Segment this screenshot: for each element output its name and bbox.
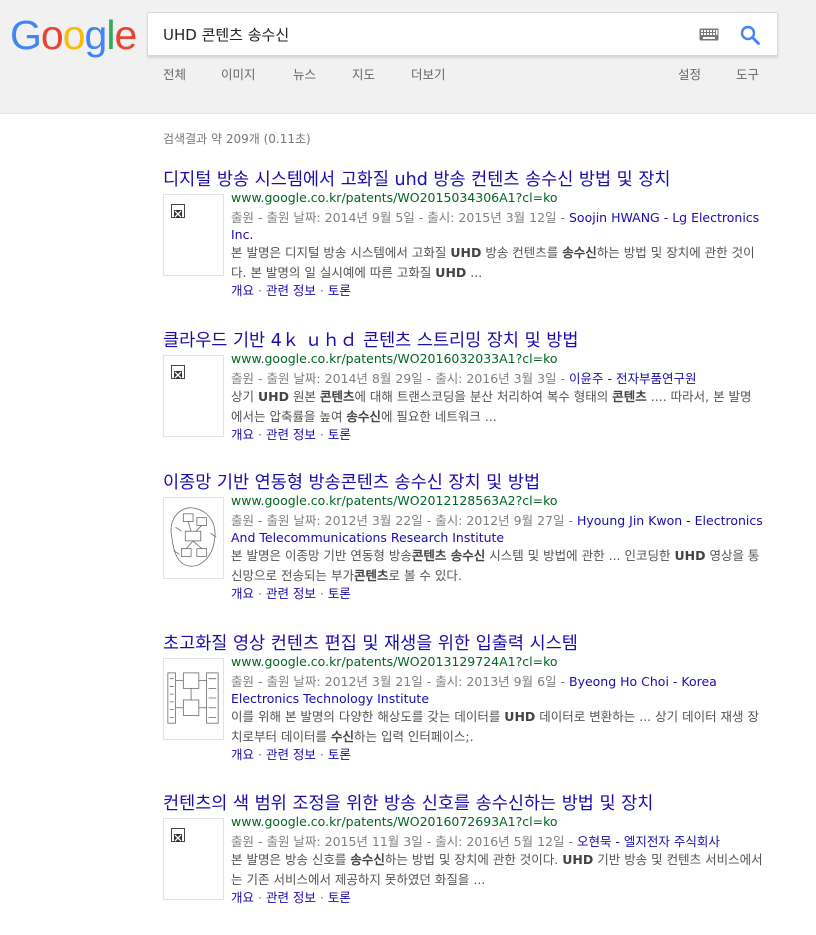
result-thumbnail[interactable] [163,818,224,900]
link-separator: · [254,747,266,762]
tab-more[interactable]: 더보기 [411,64,446,83]
result-thumbnail[interactable] [163,658,224,740]
result-meta: 출원 - 출원 날짜: 2015년 11월 3일 - 출시: 2016년 5월 … [231,833,763,850]
tab-news[interactable]: 뉴스 [293,64,316,83]
link-separator: · [254,283,266,298]
link-separator: · [315,586,328,601]
related-link[interactable]: 관련 정보 [266,747,316,762]
result-title[interactable]: 클라우드 기반 4ｋ ｕｈｄ 콘텐츠 스트리밍 장치 및 방법 [163,330,763,352]
logo-letter: o [40,12,64,58]
overview-link[interactable]: 개요 [231,586,254,601]
link-separator: · [254,890,266,905]
result-snippet: 본 발명은 이종망 기반 연동형 방송콘텐츠 송수신 시스템 및 방법에 관한 … [231,548,760,583]
result-dates: 출원 - 출원 날짜: 2012년 3월 21일 - 출시: 2013년 9월 … [231,674,569,689]
keyboard-icon[interactable] [699,28,719,41]
overview-link[interactable]: 개요 [231,283,254,298]
result-links: 개요 · 관련 정보 · 토론 [231,889,763,907]
result-author[interactable]: 이윤주 - 전자부품연구원 [569,371,696,386]
discuss-link[interactable]: 토론 [328,283,351,298]
related-link[interactable]: 관련 정보 [266,586,316,601]
discuss-link[interactable]: 토론 [328,747,351,762]
search-icon[interactable] [740,25,760,45]
search-result: 디지털 방송 시스템에서 고화질 uhd 방송 컨텐츠 송수신 방법 및 장치 … [163,169,763,298]
result-url[interactable]: www.google.co.kr/patents/WO2016072693A1?… [231,814,763,830]
broken-image-icon [171,828,185,842]
result-url[interactable]: www.google.co.kr/patents/WO2016032033A1?… [231,351,763,367]
overview-link[interactable]: 개요 [231,890,254,905]
result-title[interactable]: 디지털 방송 시스템에서 고화질 uhd 방송 컨텐츠 송수신 방법 및 장치 [163,169,763,191]
search-result: 이종망 기반 연동형 방송콘텐츠 송수신 장치 및 방법 www.google.… [163,472,763,601]
broken-image-icon [171,365,185,379]
result-title[interactable]: 초고화질 영상 컨텐츠 편집 및 재생을 위한 입출력 시스템 [163,633,763,655]
discuss-link[interactable]: 토론 [328,427,351,442]
logo-letter: e [114,12,137,58]
related-link[interactable]: 관련 정보 [266,890,316,905]
patent-figure-image [170,507,217,567]
result-links: 개요 · 관련 정보 · 토론 [231,746,763,764]
result-dates: 출원 - 출원 날짜: 2012년 3월 22일 - 출시: 2012년 9월 … [231,513,577,528]
tab-images[interactable]: 이미지 [221,64,256,83]
patent-diagram-image [167,672,219,724]
result-stats: 검색결과 약 209개 (0.11초) [163,132,311,146]
broken-image-icon [171,204,185,218]
result-dates: 출원 - 출원 날짜: 2014년 9월 5일 - 출시: 2015년 3월 1… [231,210,569,225]
result-links: 개요 · 관련 정보 · 토론 [231,426,763,444]
search-header: Google 전체 이미지 뉴스 지도 더보기 설정 도구 [0,0,816,114]
settings-link[interactable]: 설정 [678,64,701,83]
search-box [147,12,778,56]
discuss-link[interactable]: 토론 [328,586,351,601]
tab-maps[interactable]: 지도 [352,64,375,83]
link-separator: · [315,427,328,442]
result-meta: 출원 - 출원 날짜: 2014년 8월 29일 - 출시: 2016년 3월 … [231,370,763,387]
search-nav: 전체 이미지 뉴스 지도 더보기 설정 도구 [0,64,816,84]
result-links: 개요 · 관련 정보 · 토론 [231,585,763,603]
result-url[interactable]: www.google.co.kr/patents/WO2013129724A1?… [231,654,763,670]
result-snippet: 본 발명은 방송 신호를 송수신하는 방법 및 장치에 관한 것이다. UHD … [231,852,763,887]
link-separator: · [315,890,328,905]
search-input[interactable] [163,13,683,55]
result-thumbnail[interactable] [163,194,224,276]
result-snippet: 본 발명은 디지털 방송 시스템에서 고화질 UHD 방송 컨텐츠를 송수신하는… [231,245,755,280]
link-separator: · [254,586,266,601]
result-links: 개요 · 관련 정보 · 토론 [231,282,763,300]
result-title[interactable]: 이종망 기반 연동형 방송콘텐츠 송수신 장치 및 방법 [163,472,763,494]
search-result: 컨텐츠의 색 범위 조정을 위한 방송 신호를 송수신하는 방법 및 장치 ww… [163,793,763,905]
discuss-link[interactable]: 토론 [328,890,351,905]
logo-letter: o [62,12,86,58]
google-logo[interactable]: Google [10,11,137,59]
logo-letter: g [84,12,108,58]
tools-link[interactable]: 도구 [736,64,759,83]
result-url[interactable]: www.google.co.kr/patents/WO2015034306A1?… [231,190,763,206]
result-meta: 출원 - 출원 날짜: 2012년 3월 22일 - 출시: 2012년 9월 … [231,512,763,546]
result-snippet: 상기 UHD 원본 콘텐츠에 대해 트랜스코딩을 분산 처리하여 복수 형태의 … [231,389,752,424]
tab-all[interactable]: 전체 [163,64,186,83]
related-link[interactable]: 관련 정보 [266,283,316,298]
search-result: 클라우드 기반 4ｋ ｕｈｄ 콘텐츠 스트리밍 장치 및 방법 www.goog… [163,330,763,442]
overview-link[interactable]: 개요 [231,427,254,442]
result-thumbnail[interactable] [163,355,224,437]
result-title[interactable]: 컨텐츠의 색 범위 조정을 위한 방송 신호를 송수신하는 방법 및 장치 [163,793,763,815]
link-separator: · [315,283,328,298]
related-link[interactable]: 관련 정보 [266,427,316,442]
result-meta: 출원 - 출원 날짜: 2012년 3월 21일 - 출시: 2013년 9월 … [231,673,763,707]
result-dates: 출원 - 출원 날짜: 2014년 8월 29일 - 출시: 2016년 3월 … [231,371,569,386]
result-dates: 출원 - 출원 날짜: 2015년 11월 3일 - 출시: 2016년 5월 … [231,834,577,849]
overview-link[interactable]: 개요 [231,747,254,762]
result-thumbnail[interactable] [163,497,224,579]
result-meta: 출원 - 출원 날짜: 2014년 9월 5일 - 출시: 2015년 3월 1… [231,209,763,243]
result-snippet: 이를 위해 본 발명의 다양한 해상도를 갖는 데이터를 UHD 데이터로 변환… [231,709,760,744]
result-url[interactable]: www.google.co.kr/patents/WO2012128563A2?… [231,493,763,509]
link-separator: · [254,427,266,442]
search-result: 초고화질 영상 컨텐츠 편집 및 재생을 위한 입출력 시스템 www.goog… [163,633,763,762]
link-separator: · [315,747,328,762]
logo-letter: G [10,12,42,58]
result-author[interactable]: 오현묵 - 엘지전자 주식회사 [577,834,720,849]
